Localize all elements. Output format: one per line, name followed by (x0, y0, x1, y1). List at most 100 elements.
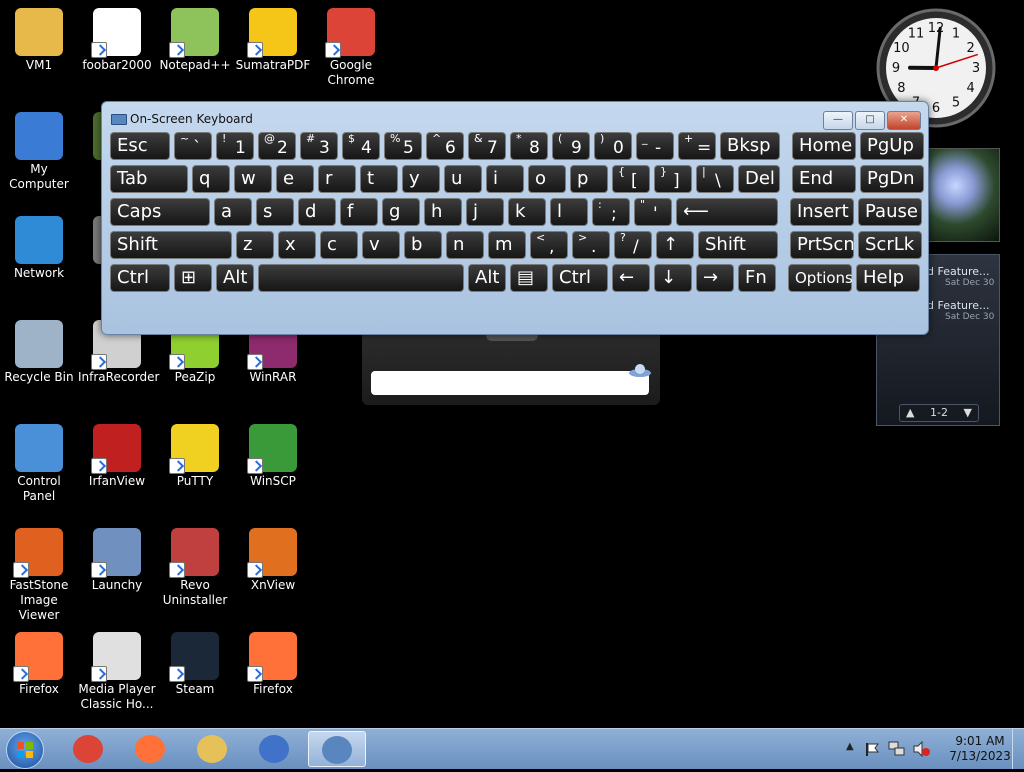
key-o[interactable]: o (528, 165, 566, 193)
desktop-icon-xnview[interactable]: XnView (234, 522, 312, 593)
key-[interactable]: {[ (612, 165, 650, 193)
action-center-flag-icon[interactable] (864, 741, 880, 757)
key-scrlk[interactable]: ScrLk (858, 231, 922, 259)
desktop-icon-putty[interactable]: PuTTY (156, 418, 234, 489)
launchy-ufo-icon[interactable] (628, 361, 652, 381)
key-p[interactable]: p (570, 165, 608, 193)
key-[interactable]: ▤ (510, 264, 548, 292)
close-button[interactable]: ✕ (887, 111, 921, 130)
key-[interactable]: ⟵ (676, 198, 778, 226)
desktop-icon-folder-user[interactable]: VM1 (0, 2, 78, 73)
key-pause[interactable]: Pause (858, 198, 922, 226)
key-space[interactable] (258, 264, 464, 292)
taskbar-button-app[interactable] (246, 731, 304, 767)
taskbar-button-chrome[interactable] (60, 731, 118, 767)
desktop-icon-winscp[interactable]: WinSCP (234, 418, 312, 489)
launchy-input[interactable] (371, 371, 649, 395)
feed-item-title[interactable]: d Feature... (927, 299, 990, 312)
desktop-icon-foobar[interactable]: foobar2000 (78, 2, 156, 73)
key-f[interactable]: f (340, 198, 378, 226)
key-alt[interactable]: Alt (468, 264, 506, 292)
key-k[interactable]: k (508, 198, 546, 226)
key-y[interactable]: y (402, 165, 440, 193)
key-m[interactable]: m (488, 231, 526, 259)
key-c[interactable]: c (320, 231, 358, 259)
key-n[interactable]: n (446, 231, 484, 259)
taskbar-button-firefox[interactable] (122, 731, 180, 767)
show-hidden-icons-icon[interactable]: ▲ (846, 741, 854, 752)
desktop-icon-computer[interactable]: My Computer (0, 106, 78, 192)
volume-muted-icon[interactable] (912, 741, 930, 757)
key-caps[interactable]: Caps (110, 198, 210, 226)
key-[interactable]: ⊞ (174, 264, 212, 292)
key-[interactable]: <, (530, 231, 568, 259)
slideshow-gadget[interactable] (926, 148, 1000, 242)
key-[interactable]: }] (654, 165, 692, 193)
taskbar-button-explorer[interactable] (184, 731, 242, 767)
key-[interactable]: :; (592, 198, 630, 226)
start-button[interactable] (6, 731, 44, 769)
desktop-icon-chrome[interactable]: Google Chrome (312, 2, 390, 88)
key-shift[interactable]: Shift (698, 231, 778, 259)
key-[interactable]: |\ (696, 165, 734, 193)
desktop-icon-mpc[interactable]: Media Player Classic Ho... (78, 626, 156, 712)
key-r[interactable]: r (318, 165, 356, 193)
key-9[interactable]: (9 (552, 132, 590, 160)
key-3[interactable]: #3 (300, 132, 338, 160)
key-help[interactable]: Help (856, 264, 920, 292)
key-[interactable]: "' (634, 198, 672, 226)
desktop-icon-launchy[interactable]: Launchy (78, 522, 156, 593)
key-[interactable]: ↑ (656, 231, 694, 259)
key-1[interactable]: !1 (216, 132, 254, 160)
maximize-button[interactable]: □ (855, 111, 885, 130)
desktop-icon-recycle-bin[interactable]: Recycle Bin (0, 314, 78, 385)
desktop-icon-firefox[interactable]: Firefox (0, 626, 78, 697)
key-pgup[interactable]: PgUp (860, 132, 924, 160)
feed-next-icon[interactable]: ▼ (964, 405, 972, 421)
key-[interactable]: ↓ (654, 264, 692, 292)
key-[interactable]: _- (636, 132, 674, 160)
desktop-icon-control-panel[interactable]: Control Panel (0, 418, 78, 504)
key-w[interactable]: w (234, 165, 272, 193)
key-[interactable]: ?/ (614, 231, 652, 259)
desktop-icon-notepadpp[interactable]: Notepad++ (156, 2, 234, 73)
feed-item-title[interactable]: d Feature... (927, 265, 990, 278)
key-[interactable]: ← (612, 264, 650, 292)
key-t[interactable]: t (360, 165, 398, 193)
key-[interactable]: → (696, 264, 734, 292)
desktop-icon-irfanview[interactable]: IrfanView (78, 418, 156, 489)
key-del[interactable]: Del (738, 165, 780, 193)
key-a[interactable]: a (214, 198, 252, 226)
key-pgdn[interactable]: PgDn (860, 165, 924, 193)
key-end[interactable]: End (792, 165, 856, 193)
key-5[interactable]: %5 (384, 132, 422, 160)
key-l[interactable]: l (550, 198, 588, 226)
desktop-icon-revo[interactable]: Revo Uninstaller (156, 522, 234, 608)
key-b[interactable]: b (404, 231, 442, 259)
key-insert[interactable]: Insert (790, 198, 854, 226)
key-[interactable]: += (678, 132, 716, 160)
show-desktop-button[interactable] (1012, 729, 1024, 769)
key-z[interactable]: z (236, 231, 274, 259)
key-2[interactable]: @2 (258, 132, 296, 160)
desktop-icon-firefox[interactable]: Firefox (234, 626, 312, 697)
key-[interactable]: >. (572, 231, 610, 259)
desktop-icon-faststone[interactable]: FastStone Image Viewer (0, 522, 78, 623)
desktop-icon-sumatrapdf[interactable]: SumatraPDF (234, 2, 312, 73)
desktop-icon-network[interactable]: Network (0, 210, 78, 281)
key-tab[interactable]: Tab (110, 165, 188, 193)
key-8[interactable]: *8 (510, 132, 548, 160)
osk-titlebar[interactable]: On-Screen Keyboard — □ ✕ (102, 102, 928, 136)
key-4[interactable]: $4 (342, 132, 380, 160)
key-ctrl[interactable]: Ctrl (552, 264, 608, 292)
key-[interactable]: ~` (174, 132, 212, 160)
key-0[interactable]: )0 (594, 132, 632, 160)
key-options[interactable]: Options (788, 264, 852, 292)
key-q[interactable]: q (192, 165, 230, 193)
minimize-button[interactable]: — (823, 111, 853, 130)
key-i[interactable]: i (486, 165, 524, 193)
key-shift[interactable]: Shift (110, 231, 232, 259)
desktop-icon-steam[interactable]: Steam (156, 626, 234, 697)
key-d[interactable]: d (298, 198, 336, 226)
network-tray-icon[interactable] (888, 741, 906, 757)
